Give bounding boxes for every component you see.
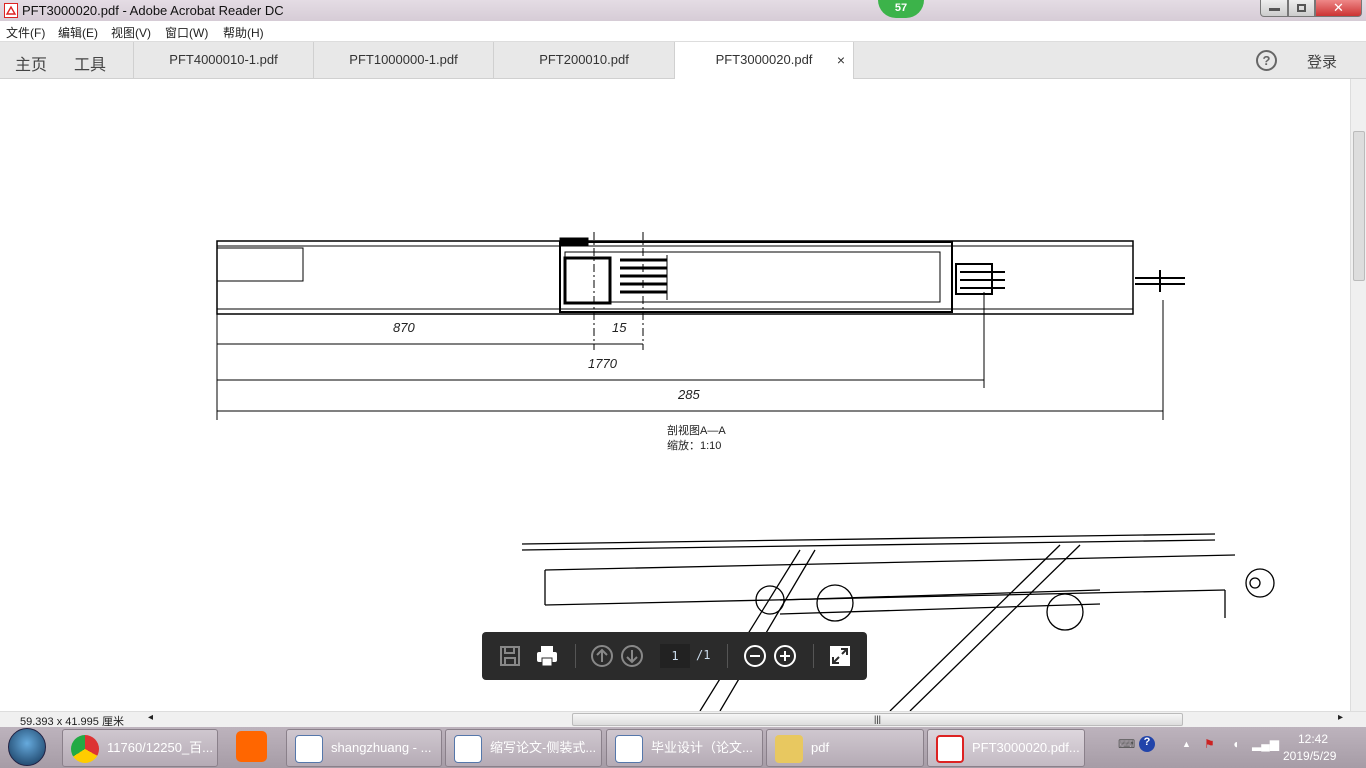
tab-bar: 主页 工具 PFT4000010-1.pdf PFT1000000-1.pdf … (0, 42, 1366, 79)
clock-date[interactable]: 2019/5/29 (1283, 749, 1336, 763)
taskbar-folder-pdf[interactable]: pdf (766, 729, 924, 767)
section-caption: 剖视图A—A (667, 425, 726, 437)
tab-close-icon[interactable]: × (837, 42, 845, 78)
clock-time[interactable]: 12:42 (1298, 732, 1328, 746)
page-up-icon[interactable] (590, 644, 614, 668)
taskbar-label: shangzhuang - ... (331, 740, 432, 755)
taskbar: 11760/12250_百... shangzhuang - ... 缩写论文-… (0, 727, 1366, 768)
zoom-out-icon[interactable] (743, 644, 767, 668)
tab-pft1000000[interactable]: PFT1000000-1.pdf (313, 42, 493, 78)
page-number-input[interactable]: 1 (660, 644, 690, 668)
tab-label: PFT3000020.pdf (715, 52, 813, 67)
tab-label: PFT200010.pdf (539, 52, 629, 67)
document-view[interactable]: 870 15 1770 285 剖视图A—A 缩放：1:10 (0, 79, 1350, 711)
menu-view[interactable]: 视图(V) (111, 24, 151, 41)
notification-badge[interactable]: 57 (878, 0, 924, 18)
floating-toolbar: 1 /1 (482, 632, 867, 680)
menu-edit[interactable]: 编辑(E) (58, 24, 98, 41)
zoom-in-icon[interactable] (773, 644, 797, 668)
taskbar-label: 毕业设计（论文... (651, 740, 753, 755)
taskbar-chrome[interactable]: 11760/12250_百... (62, 729, 218, 767)
taskbar-word-shangzhuang[interactable]: shangzhuang - ... (286, 729, 442, 767)
horizontal-scroll-thumb[interactable]: ||| (572, 713, 1183, 726)
home-button[interactable]: 主页 (15, 51, 47, 75)
technical-drawing (216, 232, 1275, 711)
network-icon[interactable]: ▂▄▆ (1252, 737, 1279, 751)
scroll-left-icon[interactable]: ◂ (148, 712, 153, 723)
tab-label: PFT1000000-1.pdf (349, 52, 458, 67)
start-button[interactable] (8, 728, 46, 766)
dimension-870: 870 (393, 320, 415, 335)
print-icon[interactable] (535, 644, 559, 668)
taskbar-label: PFT3000020.pdf... (972, 740, 1080, 755)
folder-icon (775, 735, 803, 763)
status-bar: 59.393 x 41.995 厘米 ◂ ||| ▸ (0, 711, 1366, 728)
word-icon (615, 735, 643, 763)
scroll-thumb[interactable] (1353, 131, 1365, 281)
dimension-285: 285 (678, 387, 700, 402)
tab-pft200010[interactable]: PFT200010.pdf (493, 42, 674, 78)
tools-button[interactable]: 工具 (74, 51, 106, 75)
taskbar-word-thesis[interactable]: 毕业设计（论文... (606, 729, 763, 767)
word-icon (454, 735, 482, 763)
dimension-15: 15 (612, 320, 627, 335)
save-icon[interactable] (498, 644, 522, 668)
dimension-1770: 1770 (588, 356, 617, 371)
window-title: PFT3000020.pdf - Adobe Acrobat Reader DC (22, 3, 284, 18)
vertical-scrollbar[interactable] (1350, 79, 1366, 711)
thunder-icon[interactable] (236, 731, 267, 762)
word-icon (295, 735, 323, 763)
login-button[interactable]: 登录 (1307, 51, 1337, 72)
taskbar-acrobat[interactable]: PFT3000020.pdf... (927, 729, 1085, 767)
tab-pft3000020[interactable]: PFT3000020.pdf × (674, 42, 854, 79)
menu-bar: 文件(F) 编辑(E) 视图(V) 窗口(W) 帮助(H) (0, 21, 1366, 42)
help-tray-icon[interactable]: ? (1139, 736, 1155, 752)
close-window-button[interactable]: ✕ (1315, 0, 1362, 17)
help-icon[interactable]: ? (1256, 50, 1277, 71)
tab-pft4000010[interactable]: PFT4000010-1.pdf (133, 42, 313, 78)
taskbar-label: 缩写论文-侧装式... (490, 740, 597, 755)
tab-label: PFT4000010-1.pdf (169, 52, 278, 67)
menu-help[interactable]: 帮助(H) (223, 24, 264, 41)
fit-page-icon[interactable] (828, 644, 852, 668)
pdf-icon (936, 735, 964, 763)
page-total: /1 (696, 648, 711, 662)
acrobat-icon (4, 3, 18, 18)
page-down-icon[interactable] (620, 644, 644, 668)
volume-icon[interactable]: ◖ (1232, 737, 1239, 751)
action-center-icon[interactable]: ⚑ (1204, 737, 1215, 751)
scale-caption: 缩放：1:10 (667, 440, 722, 452)
menu-file[interactable]: 文件(F) (6, 24, 45, 41)
taskbar-label: pdf (811, 740, 830, 755)
taskbar-word-paper[interactable]: 缩写论文-侧装式... (445, 729, 602, 767)
show-hidden-icons[interactable]: ▲ (1182, 739, 1191, 749)
keyboard-icon[interactable]: ⌨ (1118, 737, 1135, 751)
restore-button[interactable] (1288, 0, 1315, 17)
chrome-icon (71, 735, 99, 763)
menu-window[interactable]: 窗口(W) (165, 24, 208, 41)
title-bar: PFT3000020.pdf - Adobe Acrobat Reader DC… (0, 0, 1366, 21)
minimize-button[interactable] (1260, 0, 1288, 17)
scroll-right-icon[interactable]: ▸ (1338, 712, 1343, 723)
taskbar-label: 11760/12250_百... (107, 740, 214, 755)
